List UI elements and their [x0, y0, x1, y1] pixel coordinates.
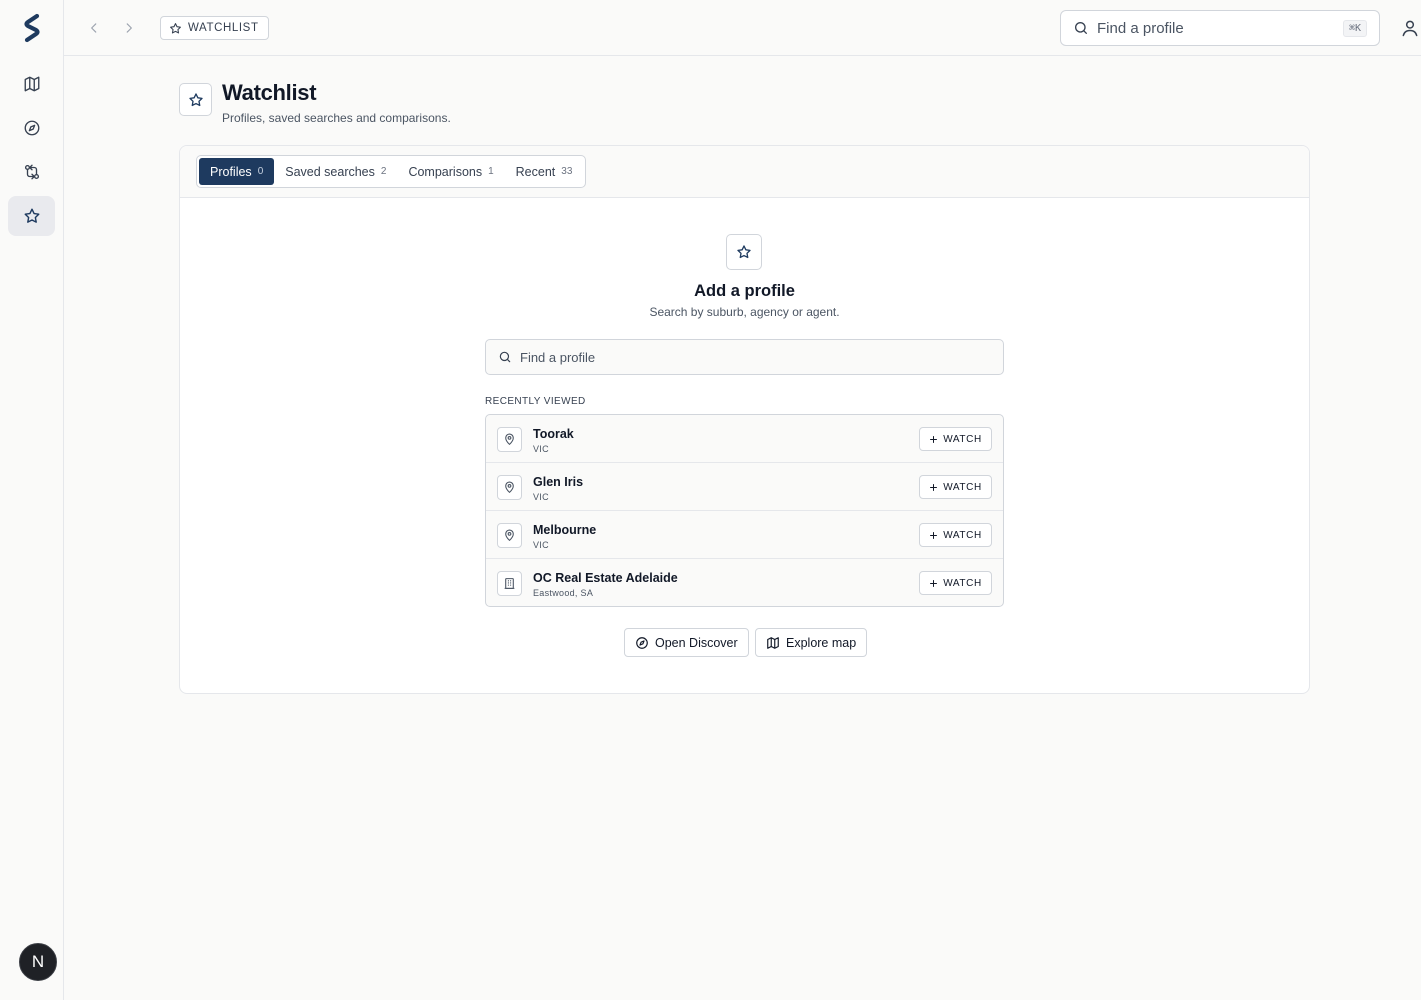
page-icon — [179, 83, 212, 116]
back-button[interactable] — [84, 18, 104, 38]
breadcrumb[interactable]: WATCHLIST — [160, 16, 269, 40]
pin-icon — [497, 427, 522, 452]
tab-label: Profiles — [210, 164, 252, 179]
tab-count: 0 — [257, 166, 264, 177]
page-subtitle: Profiles, saved searches and comparisons… — [222, 111, 451, 125]
pin-icon — [497, 475, 522, 500]
sidebar-item-map[interactable] — [8, 64, 55, 104]
explore-map-label: Explore map — [786, 635, 857, 650]
list-item[interactable]: Glen Iris VIC WATCH — [486, 463, 1003, 511]
watch-label: WATCH — [943, 433, 982, 445]
tab-comparisons[interactable]: Comparisons 1 — [397, 158, 504, 185]
map-icon — [766, 636, 780, 650]
compass-icon — [635, 636, 649, 650]
tab-label: Comparisons — [408, 164, 483, 179]
explore-map-button[interactable]: Explore map — [755, 628, 868, 657]
search-icon — [498, 350, 512, 364]
empty-state-title: Add a profile — [694, 282, 795, 300]
list-item-sub: VIC — [533, 444, 549, 454]
top-search-input[interactable] — [1097, 19, 1343, 37]
tab-count: 2 — [380, 166, 387, 177]
star-icon — [23, 207, 41, 225]
page-title: Watchlist — [222, 80, 317, 105]
sidebar-item-discover[interactable] — [8, 108, 55, 148]
sidebar: N — [0, 0, 64, 1000]
watch-button[interactable]: WATCH — [919, 571, 992, 595]
star-icon — [188, 92, 204, 108]
plus-icon — [929, 435, 938, 444]
tab-bar: Profiles 0 Saved searches 2 Comparisons … — [196, 155, 587, 188]
tab-count: 33 — [561, 166, 573, 177]
sidebar-item-watchlist[interactable] — [8, 196, 55, 236]
watch-label: WATCH — [943, 529, 982, 541]
search-icon — [1073, 20, 1089, 36]
avatar-initial: N — [31, 952, 45, 971]
sidebar-item-compare[interactable] — [8, 152, 55, 192]
plus-icon — [929, 483, 938, 492]
top-search[interactable]: ⌘K — [1060, 10, 1380, 46]
plus-icon — [929, 579, 938, 588]
user-icon — [1400, 18, 1420, 38]
list-item-name: Toorak — [533, 427, 574, 441]
account-button[interactable] — [1400, 18, 1420, 38]
chevron-left-icon — [87, 21, 101, 35]
tab-label: Saved searches — [285, 164, 375, 179]
list-item-sub: VIC — [533, 540, 549, 550]
watch-label: WATCH — [943, 481, 982, 493]
list-item-sub: VIC — [533, 492, 549, 502]
card-header: Profiles 0 Saved searches 2 Comparisons … — [180, 146, 1309, 198]
topbar: WATCHLIST ⌘K — [64, 0, 1421, 56]
tab-saved-searches[interactable]: Saved searches 2 — [274, 158, 397, 185]
list-item-sub: Eastwood, SA — [533, 588, 594, 598]
avatar[interactable]: N — [19, 943, 57, 981]
compare-icon — [23, 163, 41, 181]
list-item[interactable]: OC Real Estate Adelaide Eastwood, SA WAT… — [486, 559, 1003, 606]
watch-button[interactable]: WATCH — [919, 523, 992, 547]
recently-viewed-label: RECENTLY VIEWED — [485, 396, 586, 407]
list-item-name: Melbourne — [533, 523, 597, 537]
building-icon — [497, 571, 522, 596]
open-discover-button[interactable]: Open Discover — [624, 628, 749, 657]
breadcrumb-label: WATCHLIST — [188, 22, 259, 34]
watch-button[interactable]: WATCH — [919, 475, 992, 499]
chevron-right-icon — [122, 21, 136, 35]
map-icon — [23, 75, 41, 93]
pin-icon — [497, 523, 522, 548]
recent-list: Toorak VIC WATCH Glen Iris VIC WATCH Mel… — [485, 414, 1004, 607]
watchlist-card: Profiles 0 Saved searches 2 Comparisons … — [179, 145, 1310, 694]
tab-profiles[interactable]: Profiles 0 — [199, 158, 275, 185]
logo-icon[interactable] — [20, 13, 44, 43]
empty-state-description: Search by suburb, agency or agent. — [649, 305, 840, 319]
star-icon — [169, 22, 182, 35]
tab-recent[interactable]: Recent 33 — [505, 158, 584, 185]
profile-search[interactable] — [485, 339, 1004, 375]
watch-button[interactable]: WATCH — [919, 427, 992, 451]
empty-state-icon — [726, 234, 762, 270]
plus-icon — [929, 531, 938, 540]
shortcut-badge: ⌘K — [1342, 19, 1367, 37]
watch-label: WATCH — [943, 577, 982, 589]
list-item-name: Glen Iris — [533, 475, 584, 489]
star-icon — [736, 244, 752, 260]
forward-button[interactable] — [119, 18, 139, 38]
profile-search-input[interactable] — [520, 349, 991, 365]
tab-count: 1 — [488, 166, 494, 177]
list-item[interactable]: Toorak VIC WATCH — [486, 415, 1003, 463]
list-item-name: OC Real Estate Adelaide — [533, 571, 678, 585]
compass-icon — [23, 119, 41, 137]
tab-label: Recent — [515, 164, 556, 179]
open-discover-label: Open Discover — [655, 635, 738, 650]
list-item[interactable]: Melbourne VIC WATCH — [486, 511, 1003, 559]
